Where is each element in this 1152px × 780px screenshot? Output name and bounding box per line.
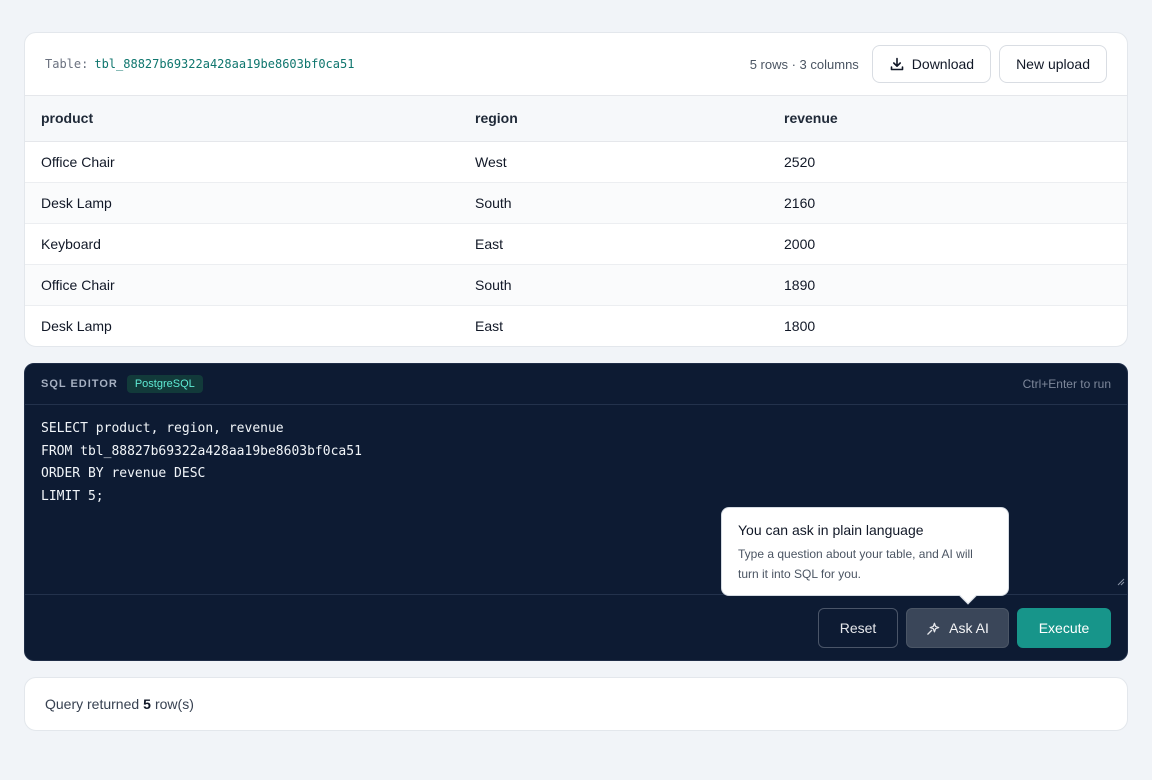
cell-revenue: 2160: [768, 182, 1127, 224]
cell-region: East: [475, 317, 504, 334]
cell-revenue: 1890: [768, 264, 1127, 306]
table-card-header: Table: tbl_88827b69322a428aa19be8603bf0c…: [25, 33, 1127, 96]
ask-ai-tooltip: You can ask in plain language Type a que…: [721, 507, 1009, 605]
sql-editor-title: SQL EDITOR: [41, 378, 118, 390]
cell-product: Office Chair: [25, 141, 459, 183]
table-row: Keyboard East 2000: [25, 223, 1127, 265]
results-table: product region revenue Office Chair West…: [25, 96, 1127, 346]
table-name: tbl_88827b69322a428aa19be8603bf0ca51: [94, 57, 355, 71]
cell-product: Office Chair: [25, 264, 459, 306]
execute-button[interactable]: Execute: [1017, 608, 1111, 648]
download-icon: [890, 57, 904, 71]
cell-region: South: [459, 182, 768, 224]
cell-region: East: [459, 223, 768, 265]
table-header-row: product region revenue: [25, 96, 1127, 142]
status-suffix: row(s): [154, 696, 194, 712]
cell-revenue: 1800: [784, 317, 816, 334]
table-card: Table: tbl_88827b69322a428aa19be8603bf0c…: [24, 32, 1128, 347]
dialect-badge: PostgreSQL: [126, 375, 203, 393]
row-column-count: 5 rows · 3 columns: [749, 56, 859, 72]
ask-ai-button[interactable]: Ask AI: [906, 608, 1009, 648]
cell-region: West: [459, 141, 768, 183]
column-header-region[interactable]: region: [459, 96, 768, 142]
cell-revenue: 2000: [768, 223, 1127, 265]
table-row: Desk Lamp East 1800: [25, 305, 1127, 346]
cell-revenue: 2520: [768, 141, 1127, 183]
sql-editor-header: SQL EDITOR PostgreSQL Ctrl+Enter to run: [25, 364, 1127, 405]
sql-editor-footer: Reset Ask AI Execute: [25, 608, 1127, 648]
status-row-count: 5: [143, 696, 151, 712]
cell-product: Keyboard: [25, 223, 459, 265]
status-prefix: Query returned: [45, 696, 140, 712]
download-button[interactable]: Download: [871, 45, 992, 83]
column-header-revenue[interactable]: revenue: [768, 96, 1127, 142]
cell-region: South: [459, 264, 768, 306]
table-label: Table:: [45, 57, 89, 71]
table-row: Desk Lamp South 2160: [25, 182, 1127, 224]
cell-product: Desk Lamp: [25, 182, 459, 224]
run-shortcut-hint: Ctrl+Enter to run: [1022, 377, 1111, 391]
query-status-bar: Query returned 5 row(s): [24, 677, 1128, 731]
download-label: Download: [911, 56, 975, 72]
tooltip-title: You can ask in plain language: [738, 522, 924, 538]
table-row: Office Chair West 2520: [25, 141, 1127, 183]
sparkle-icon: [927, 622, 940, 635]
tooltip-body: Type a question about your table, and AI…: [738, 547, 973, 581]
cell-product: Desk Lamp: [41, 317, 112, 334]
ask-ai-label: Ask AI: [949, 620, 989, 636]
reset-button[interactable]: Reset: [818, 608, 898, 648]
resize-handle-icon[interactable]: [1117, 578, 1125, 586]
table-row: Office Chair South 1890: [25, 264, 1127, 306]
new-upload-button[interactable]: New upload: [999, 45, 1107, 83]
column-header-product[interactable]: product: [25, 96, 459, 142]
